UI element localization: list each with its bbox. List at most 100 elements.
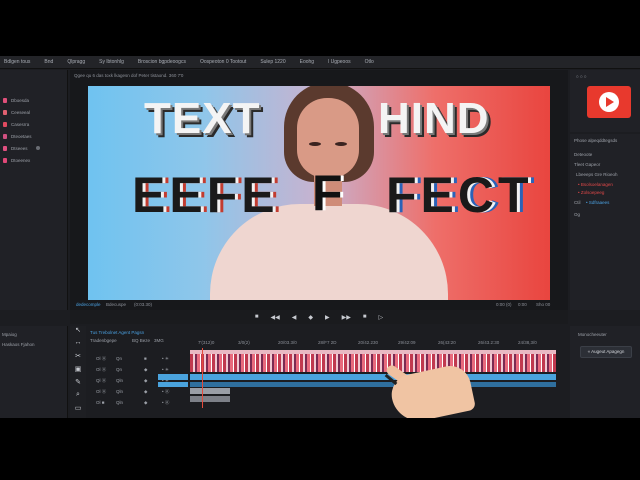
rewind-button[interactable]: ◀◀ <box>271 314 280 321</box>
viewer-timecode: (0:03.30) <box>134 302 153 307</box>
track-visibility-icon[interactable]: • Ⓐ <box>162 389 169 395</box>
text-tool-icon[interactable]: ☰ <box>70 417 86 418</box>
track-visibility-icon[interactable]: • Ⓐ <box>162 400 169 406</box>
preview-effect-left: EEFE <box>132 167 279 223</box>
track-header[interactable]: Ol Ⓐ Qn ■ • ☀ <box>88 356 188 367</box>
track-lock-icon[interactable]: ◆ <box>144 389 147 395</box>
track-header[interactable]: Ol ■ Qln ◆ • Ⓐ <box>88 400 188 411</box>
fast-forward-button[interactable]: ▶▶ <box>342 314 351 321</box>
track-header[interactable]: Ol Ⓐ Qln ◆ • Ⓐ <box>88 389 188 400</box>
track-label: Ol ■ <box>96 400 105 405</box>
viewer-zoom[interactable]: 0:00 (0) <box>496 302 512 307</box>
timeline-clip-audio[interactable] <box>190 374 556 380</box>
timeline-clip[interactable] <box>190 396 230 402</box>
project-item[interactable]: Dtoeenex <box>3 156 30 164</box>
timeline-clip-video[interactable] <box>190 354 556 372</box>
ruler-tick-label: 26(43:20 <box>438 340 456 345</box>
project-item-label: Dtoeenex <box>11 157 31 163</box>
viewer-resolution[interactable]: Sho 00 <box>536 302 550 307</box>
menu-item[interactable]: Oospeoton 0 Tootout <box>200 59 246 65</box>
track-name: Qln <box>116 378 124 383</box>
media-browser-panel: Mpaiog Haskaos Fjahon <box>0 326 68 418</box>
record-button[interactable]: ■ <box>363 314 367 320</box>
window-controls[interactable]: ○ ○ ○ <box>576 74 587 79</box>
project-item[interactable]: Dtseees <box>3 144 28 152</box>
track-name: Qn <box>116 367 123 372</box>
menu-item[interactable]: l Ugpeoos <box>328 59 351 65</box>
track-name: Qln <box>116 400 124 405</box>
preview-text-left: TEXT <box>144 94 261 143</box>
adjust-button[interactable]: « Augeut Apagegn <box>580 346 632 358</box>
step-back-button[interactable]: ◀ <box>292 314 297 321</box>
sequence-subtitle: 3MG <box>154 338 164 343</box>
ruler-tick-label: 3/0(2) <box>238 340 250 345</box>
timeline-clip-audio[interactable] <box>190 382 556 387</box>
transport-controls: ■ ◀◀ ◀ ◆ ▶ ▶▶ ■ ▷ <box>70 310 568 324</box>
track-lock-icon[interactable]: ◆ <box>144 378 147 384</box>
timeline-clip[interactable] <box>190 388 230 394</box>
track-visibility-icon[interactable]: • ☀ <box>162 356 169 362</box>
menu-item[interactable]: Qlpragg <box>67 59 85 65</box>
playhead[interactable] <box>202 348 203 408</box>
ripple-tool-icon[interactable]: ↔ <box>70 339 86 352</box>
play-button[interactable]: ▶ <box>325 314 330 321</box>
razor-tool-icon[interactable]: ✂ <box>70 352 86 365</box>
marker-button[interactable]: ◆ <box>308 314 313 321</box>
viewer-status-bar: dedecomple Bdecuspe (0:03.30) 0:00 (0) 0… <box>70 302 568 310</box>
rectangle-tool-icon[interactable]: ▭ <box>70 404 86 417</box>
tools-panel: ↖ ↔ ✂ ▣ ✎ ⌕ ▭ ☰ <box>70 326 86 418</box>
project-item-label: Dteoetaes <box>11 133 32 139</box>
effects-panel-title: Phose alpeqddtegsds <box>574 138 618 143</box>
menu-item[interactable]: Bdlgen tous <box>4 59 30 65</box>
effect-option[interactable]: • Zolsoepeeg <box>578 190 604 195</box>
selection-tool-icon[interactable]: ↖ <box>70 326 86 339</box>
timeline-ruler[interactable]: 7'(312)0 3/0(2) 20/03.3/0 28/F7 2D 20/42… <box>188 340 568 350</box>
effect-option[interactable]: • Bsolsoelanagen <box>578 182 613 187</box>
menu-item[interactable]: Eoohg <box>300 59 314 65</box>
project-item[interactable]: Casesrra <box>3 120 29 128</box>
preview-effect-right: FECT <box>386 167 533 223</box>
video-preview[interactable]: TEXT HIND EEFE F FECT <box>88 86 550 300</box>
slip-tool-icon[interactable]: ▣ <box>70 365 86 378</box>
project-item[interactable]: Dboesda <box>3 96 29 104</box>
project-item-label: Casesrra <box>11 121 30 127</box>
menu-item[interactable]: Bnd <box>44 59 53 65</box>
timeline-clip[interactable] <box>158 382 188 387</box>
monitor-title: Monocheeuter <box>578 332 607 337</box>
track-lock-icon[interactable]: ◆ <box>144 400 147 406</box>
ruler-tick-label: 28/F7 2D <box>318 340 337 345</box>
ruler-tick-label: 26/43.2:30 <box>478 340 500 345</box>
export-frame-button[interactable]: ▷ <box>378 314 383 321</box>
media-label: Mpaiog <box>2 332 17 337</box>
track-lock-icon[interactable]: ■ <box>144 356 147 361</box>
monitor-panel: Monocheeuter « Augeut Apagegn <box>570 326 640 418</box>
menu-item[interactable]: Otlo <box>365 59 374 65</box>
viewer-mode[interactable]: dedecomple <box>76 302 101 307</box>
zoom-tool-icon[interactable]: ⌕ <box>70 391 86 404</box>
viewer-label: Bdecuspe <box>106 302 127 307</box>
video-thumbnail[interactable] <box>587 86 631 118</box>
project-item[interactable]: Dteoetaes <box>3 132 32 140</box>
track-label: Ol Ⓐ <box>96 389 107 394</box>
menu-item[interactable]: Sy lbtonhlg <box>99 59 124 65</box>
status-dot-icon <box>36 146 40 150</box>
project-item-label: Dboesda <box>11 97 30 103</box>
timeline-clip[interactable] <box>158 374 188 380</box>
effect-option[interactable]: • Sdfraaees <box>586 200 609 205</box>
media-label[interactable]: Haskaos Fjahon <box>2 342 35 347</box>
pen-tool-icon[interactable]: ✎ <box>70 378 86 391</box>
project-item[interactable]: Ceeseeal <box>3 108 30 116</box>
track-lock-icon[interactable]: ◆ <box>144 367 147 373</box>
preview-text-right: HIND <box>378 94 490 143</box>
menu-item[interactable]: Sulep 1220 <box>260 59 285 65</box>
program-monitor: Qgee qu 6 das toxk lkagesn dof Peter tis… <box>70 70 568 310</box>
thumbnail-panel: ○ ○ ○ <box>570 70 640 132</box>
sequence-name[interactable]: Tus Trebolnet Agent Pagsn <box>90 330 144 335</box>
ruler-tick-label: 20/03.3/0 <box>278 340 297 345</box>
project-panel: Dboesda Ceeseeal Casesrra Dteoetaes Dtse… <box>0 70 68 310</box>
stop-button[interactable]: ■ <box>255 314 259 320</box>
track-visibility-icon[interactable]: • ☀ <box>162 367 169 373</box>
sequence-subtitle: Tradenbgepe <box>90 338 117 343</box>
color-swatch <box>3 97 7 103</box>
menu-item[interactable]: Broscion bgpdeoogcs <box>138 59 186 65</box>
